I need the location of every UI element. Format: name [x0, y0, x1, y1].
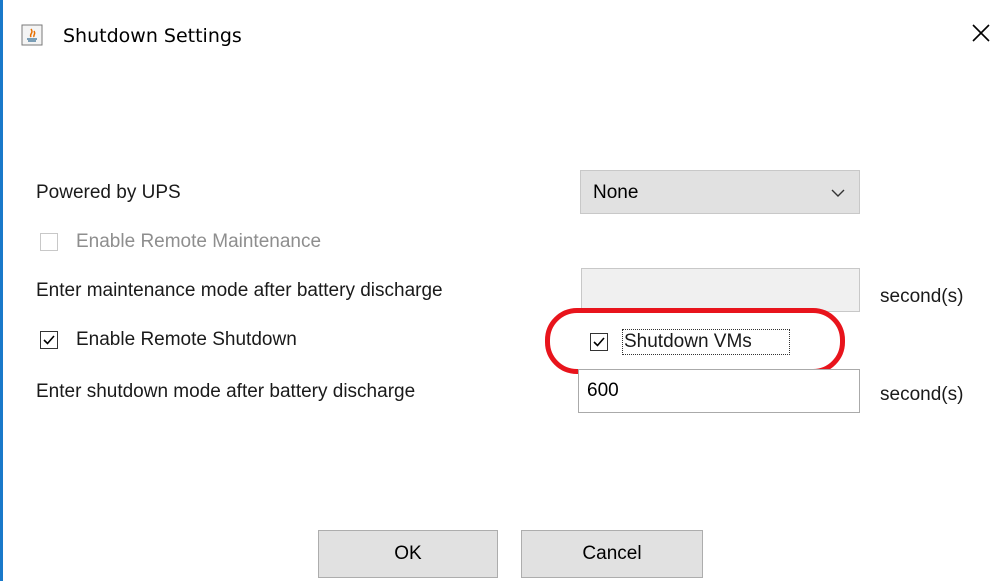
java-app-icon	[21, 24, 43, 46]
shutdown-vms-checkbox[interactable]	[590, 333, 608, 351]
maintenance-delay-label: Enter maintenance mode after battery dis…	[36, 280, 443, 301]
remote-shutdown-label: Enable Remote Shutdown	[76, 329, 297, 350]
checkmark-icon	[43, 335, 55, 345]
ups-dropdown[interactable]: None	[580, 170, 860, 214]
shutdown-vms-label: Shutdown VMs	[624, 331, 752, 352]
checkmark-icon	[593, 337, 605, 347]
shutdown-delay-unit: second(s)	[880, 384, 964, 405]
title-bar[interactable]: Shutdown Settings	[3, 0, 1004, 72]
shutdown-delay-input[interactable]	[578, 369, 860, 413]
close-icon	[972, 23, 990, 47]
window-title: Shutdown Settings	[63, 25, 242, 47]
maintenance-delay-unit: second(s)	[880, 286, 964, 307]
chevron-down-icon	[831, 186, 845, 200]
window-border	[0, 0, 3, 581]
ok-button[interactable]: OK	[318, 530, 498, 578]
ups-selected-value: None	[593, 182, 639, 203]
cancel-button[interactable]: Cancel	[521, 530, 703, 578]
ups-label: Powered by UPS	[36, 182, 181, 203]
shutdown-delay-label: Enter shutdown mode after battery discha…	[36, 381, 416, 402]
remote-maintenance-label: Enable Remote Maintenance	[76, 231, 322, 252]
remote-maintenance-checkbox[interactable]	[40, 233, 58, 251]
close-button[interactable]	[961, 16, 1001, 54]
remote-shutdown-checkbox[interactable]	[40, 331, 58, 349]
shutdown-settings-dialog: Shutdown Settings Powered by UPS None En…	[0, 0, 1004, 581]
maintenance-delay-input[interactable]	[581, 268, 860, 312]
